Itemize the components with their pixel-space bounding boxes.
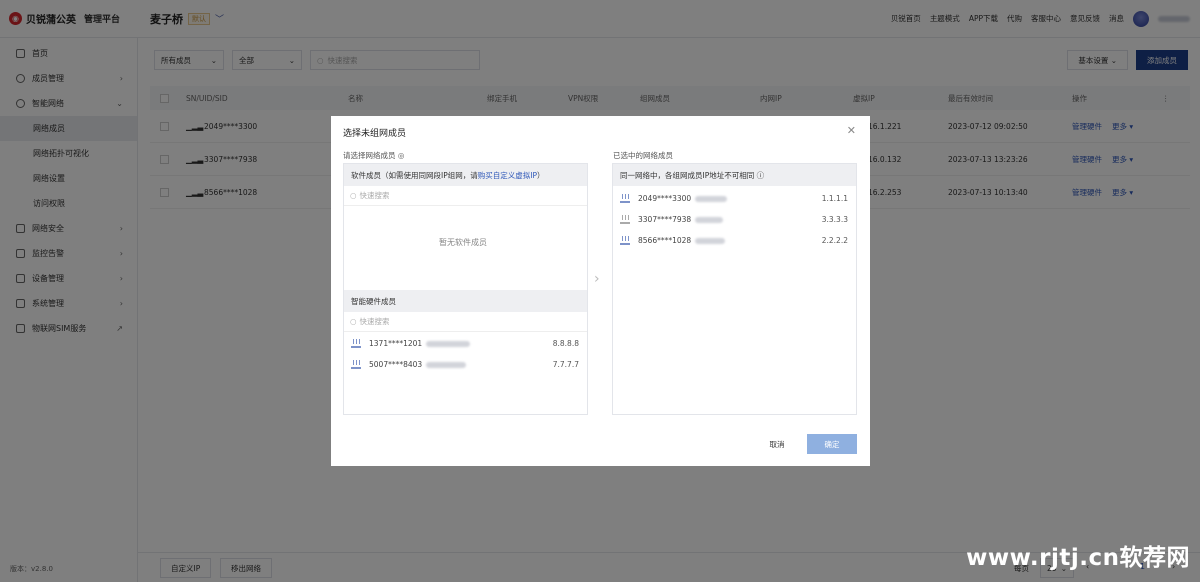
- list-item[interactable]: 2049****3300 1.1.1.1: [613, 188, 856, 209]
- hardware-members-header: 智能硬件成员: [344, 290, 587, 312]
- confirm-button[interactable]: 确定: [807, 434, 857, 454]
- search-icon: ○: [350, 191, 357, 200]
- router-icon: [620, 214, 630, 224]
- hardware-search-input[interactable]: ○ 快速搜索: [344, 312, 587, 332]
- router-icon: [351, 338, 361, 348]
- chevron-right-icon[interactable]: ›: [594, 271, 600, 287]
- left-section-label: 请选择网络成员 ◎: [343, 151, 405, 160]
- available-members-panel: 软件成员（如需使用同网段IP组网，请 购买自定义虚拟IP） ○ 快速搜索 暂无软件…: [343, 163, 588, 415]
- right-section-label: 已选中的网络成员: [613, 151, 673, 160]
- list-item[interactable]: 3307****7938 3.3.3.3: [613, 209, 856, 230]
- router-icon: [620, 235, 630, 245]
- buy-custom-ip-link[interactable]: 购买自定义虚拟IP: [478, 170, 537, 181]
- watermark: www.rjtj.cn软荐网: [966, 545, 1190, 571]
- list-item[interactable]: 8566****1028 2.2.2.2: [613, 230, 856, 251]
- search-icon: ○: [350, 317, 357, 326]
- list-item[interactable]: 1371****1201 8.8.8.8: [344, 333, 587, 354]
- router-icon: [620, 193, 630, 203]
- software-empty-text: 暂无软件成员: [439, 238, 487, 247]
- selected-members-panel: 同一网络中，各组网成员IP地址不可相同 ⓘ 2049****3300 1.1.1…: [612, 163, 857, 415]
- dialog-title: 选择未组网成员: [343, 129, 407, 139]
- software-members-header: 软件成员（如需使用同网段IP组网，请 购买自定义虚拟IP）: [344, 164, 587, 186]
- list-item[interactable]: 5007****8403 7.7.7.7: [344, 354, 587, 375]
- router-icon: [351, 359, 361, 369]
- eye-icon: ◎: [397, 151, 405, 160]
- software-search-input[interactable]: ○ 快速搜索: [344, 186, 587, 206]
- close-icon[interactable]: ✕: [847, 124, 856, 137]
- cancel-button[interactable]: 取消: [754, 434, 800, 454]
- help-icon: ⓘ: [756, 170, 765, 180]
- selected-members-header: 同一网络中，各组网成员IP地址不可相同 ⓘ: [613, 164, 856, 186]
- select-members-dialog: 选择未组网成员 ✕ 请选择网络成员 ◎ 软件成员（如需使用同网段IP组网，请 购买…: [331, 116, 870, 466]
